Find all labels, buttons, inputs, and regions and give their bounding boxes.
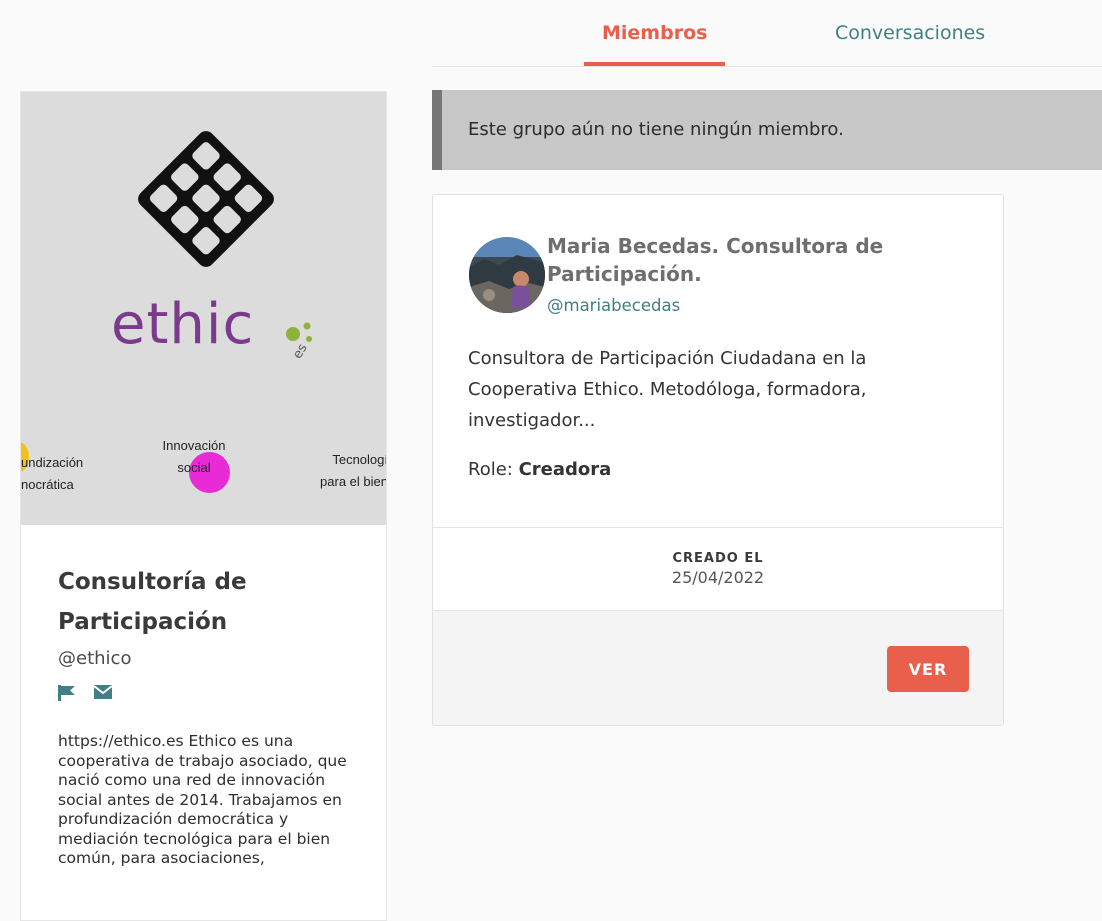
- avatar-photo: [469, 237, 545, 313]
- ethico-logo-text: ethic: [111, 292, 255, 357]
- member-role: Role: Creadora: [468, 459, 611, 480]
- tab-conversaciones[interactable]: Conversaciones: [835, 22, 985, 44]
- group-handle: @ethico: [58, 648, 132, 669]
- group-description: https://ethico.es Ethico es una cooperat…: [58, 732, 347, 867]
- avatar[interactable]: [469, 237, 545, 313]
- member-card: Maria Becedas. Consultora de Participaci…: [432, 194, 1004, 726]
- member-description: Consultora de Participación Ciudadana en…: [468, 348, 867, 431]
- group-banner-image: ethic es undización nocrática Innovación…: [21, 92, 387, 525]
- flag-icon[interactable]: [58, 685, 76, 701]
- member-handle[interactable]: @mariabecedas: [547, 296, 680, 315]
- group-title[interactable]: Consultoría de Participación: [58, 562, 358, 642]
- created-info: CREADO EL 25/04/2022: [433, 551, 1003, 587]
- created-date: 25/04/2022: [671, 568, 765, 587]
- ver-button[interactable]: VER: [887, 646, 969, 692]
- group-card: ethic es undización nocrática Innovación…: [20, 91, 387, 921]
- divider: [433, 527, 1003, 528]
- member-name[interactable]: Maria Becedas. Consultora de Participaci…: [547, 232, 947, 288]
- envelope-icon[interactable]: [94, 685, 112, 699]
- rubik-cube-logo-icon: [138, 131, 274, 267]
- banner-label-left: undización nocrática: [21, 455, 84, 492]
- group-actions: [58, 685, 112, 701]
- banner-label-right: Tecnologí para el bien: [320, 452, 387, 489]
- role-value: Creadora: [518, 459, 612, 480]
- member-card-footer: VER: [433, 610, 1003, 725]
- role-label: Role:: [468, 459, 513, 480]
- banner-label-center: Innovación social: [162, 438, 226, 475]
- tab-bar: Miembros Conversaciones: [432, 0, 1102, 67]
- notice-text: Este grupo aún no tiene ningún miembro.: [468, 119, 844, 140]
- empty-members-notice: Este grupo aún no tiene ningún miembro.: [432, 90, 1102, 170]
- created-label: CREADO EL: [672, 551, 764, 566]
- tab-miembros[interactable]: Miembros: [583, 22, 726, 66]
